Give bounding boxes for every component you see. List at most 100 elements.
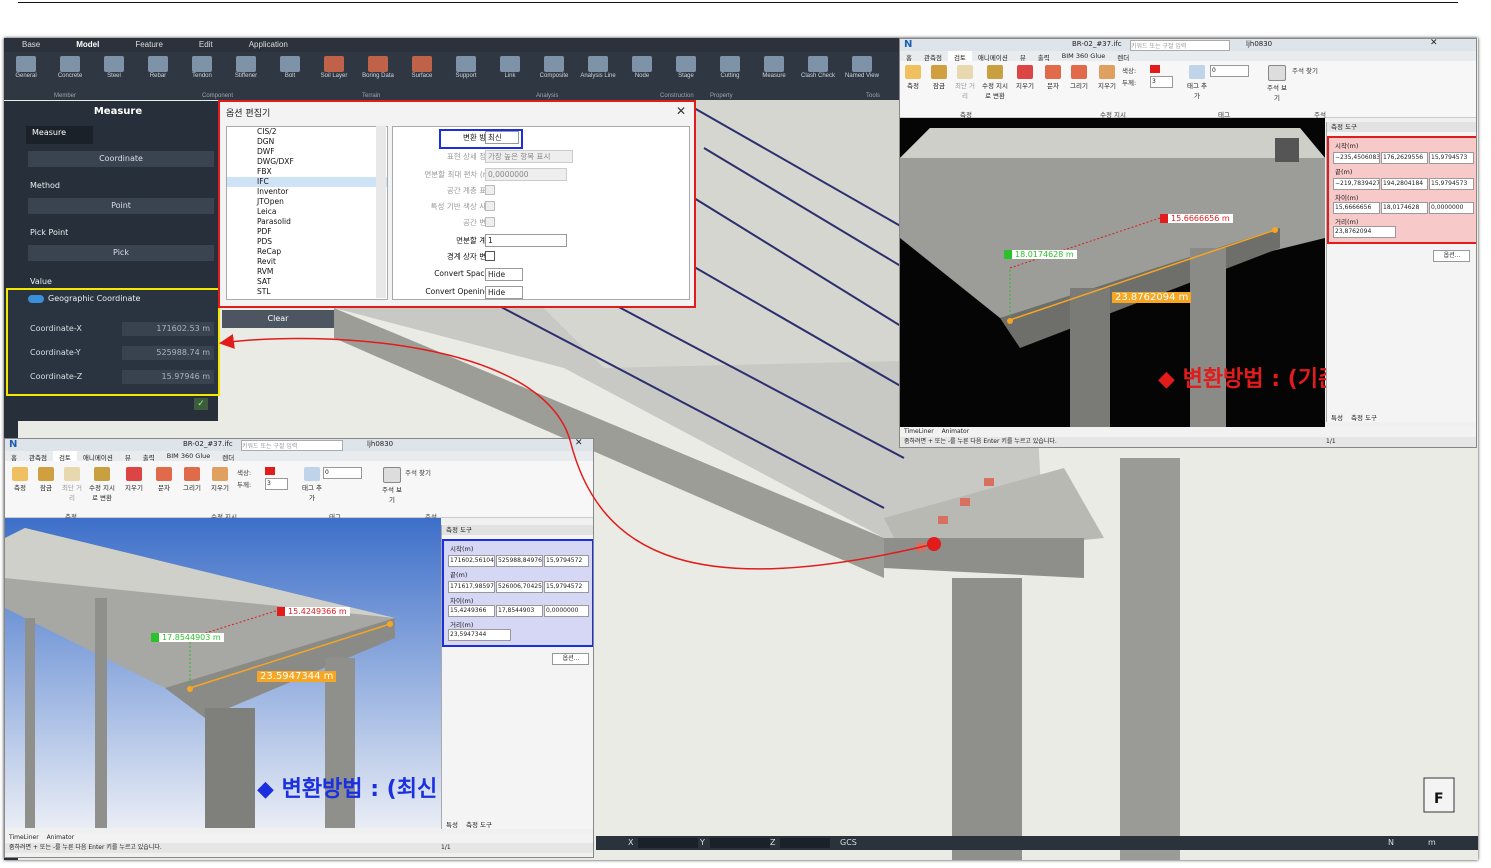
ribbon-tab-feature[interactable]: Feature <box>117 38 181 52</box>
bounding-box-checkbox[interactable] <box>485 251 495 261</box>
tab-bim360[interactable]: BIM 360 Glue <box>161 451 217 461</box>
lock-button[interactable]: 잠금 <box>928 65 950 90</box>
navisworks-logo[interactable]: N <box>904 39 912 50</box>
tab-measure-tool[interactable]: 측정 도구 <box>466 819 492 829</box>
tab-output[interactable]: 출력 <box>1032 51 1056 62</box>
clear-measure-button[interactable]: 지우기 <box>123 467 145 492</box>
text-button[interactable]: 문자 <box>1042 65 1064 90</box>
measure-button[interactable]: 측정 <box>9 467 31 492</box>
draw-button[interactable]: 그리기 <box>1068 65 1090 90</box>
options-button[interactable]: 옵션... <box>552 653 589 665</box>
x-field[interactable] <box>638 838 698 848</box>
add-tag-button[interactable]: 태그 추가 <box>1186 65 1208 100</box>
method-section-label[interactable]: Method <box>30 181 60 190</box>
tree-item[interactable]: Inventor <box>227 187 387 197</box>
tab-render[interactable]: 렌더 <box>1111 51 1135 62</box>
ribbon-tab-edit[interactable]: Edit <box>181 38 231 52</box>
tab-animation[interactable]: 애니메이션 <box>972 51 1014 62</box>
color-swatch[interactable] <box>265 467 275 475</box>
tree-item[interactable]: PDS <box>227 237 387 247</box>
search-input[interactable]: 키워드 또는 구절 입력 <box>241 440 343 451</box>
tree-item[interactable]: Parasolid <box>227 217 387 227</box>
clear-measure-button[interactable]: 지우기 <box>1014 65 1036 90</box>
convert-openings-select[interactable]: Hide <box>485 286 523 299</box>
erase-button[interactable]: 지우기 <box>1096 65 1118 90</box>
tessellation-factor-field[interactable]: 1 <box>485 234 567 247</box>
tab-review[interactable]: 검토 <box>947 51 972 62</box>
tab-viewpoint[interactable]: 관측점 <box>23 451 53 462</box>
tab-render[interactable]: 렌더 <box>216 451 240 462</box>
tab-bim360[interactable]: BIM 360 Glue <box>1056 51 1112 61</box>
measure-button[interactable]: 측정 <box>902 65 924 90</box>
convert-to-redline-button[interactable]: 수정 지시로 변환 <box>980 65 1010 100</box>
thickness-field[interactable]: 3 <box>1150 76 1173 88</box>
user-name[interactable]: ljh0830 <box>367 440 393 448</box>
tree-item-selected[interactable]: IFC <box>227 177 387 187</box>
convert-spaces-select[interactable]: Hide <box>485 268 523 281</box>
draw-button[interactable]: 그리기 <box>181 467 203 492</box>
ribbon-tab-model[interactable]: Model <box>58 38 117 52</box>
tree-item[interactable]: Leica <box>227 207 387 217</box>
method-select[interactable]: Point <box>28 198 214 214</box>
tab-timeliner[interactable]: TimeLiner <box>904 428 934 435</box>
tree-item[interactable]: DWF <box>227 147 387 157</box>
find-notes-button[interactable]: 주석 찾기 <box>1292 65 1318 75</box>
navisworks-logo[interactable]: N <box>9 439 17 450</box>
tab-review[interactable]: 검토 <box>52 451 77 462</box>
geographic-coordinate-toggle[interactable] <box>28 295 44 303</box>
color-swatch[interactable] <box>1150 65 1160 73</box>
pick-button[interactable]: Pick <box>28 245 214 261</box>
tree-item[interactable]: FBX <box>227 167 387 177</box>
clear-button[interactable]: Clear <box>222 310 334 328</box>
value-section-label[interactable]: Value <box>30 277 52 286</box>
text-button[interactable]: 문자 <box>153 467 175 492</box>
tree-item[interactable]: Revit <box>227 257 387 267</box>
erase-button[interactable]: 지우기 <box>209 467 231 492</box>
tree-item[interactable]: RVM <box>227 267 387 277</box>
tab-home[interactable]: 홈 <box>5 451 23 462</box>
y-field[interactable] <box>710 838 770 848</box>
tree-item[interactable]: CIS/2 <box>227 127 387 137</box>
gcs-select[interactable]: GCS <box>840 838 857 847</box>
tab-view[interactable]: 뷰 <box>119 451 137 462</box>
tab-measure[interactable]: Measure <box>26 126 93 144</box>
tag-number-field[interactable]: 0 <box>323 467 362 479</box>
close-icon[interactable]: ✕ <box>575 439 583 448</box>
tab-animation[interactable]: 애니메이션 <box>77 451 119 462</box>
tab-animator[interactable]: Animator <box>47 834 75 841</box>
tree-item[interactable]: SAT <box>227 277 387 287</box>
find-notes-button[interactable]: 주석 찾기 <box>405 467 431 477</box>
tab-output[interactable]: 출력 <box>137 451 161 462</box>
pick-point-section-label[interactable]: Pick Point <box>30 228 68 237</box>
convert-to-redline-button[interactable]: 수정 지시로 변환 <box>87 467 117 502</box>
ribbon-tab-application[interactable]: Application <box>231 38 306 52</box>
shortest-distance-button[interactable]: 최단 거리 <box>61 467 83 502</box>
tree-item[interactable]: STL <box>227 287 387 297</box>
z-field[interactable] <box>780 838 830 848</box>
tree-item[interactable]: DWG/DXF <box>227 157 387 167</box>
tree-item[interactable]: ReCap <box>227 247 387 257</box>
confirm-check-icon[interactable]: ✓ <box>194 398 208 410</box>
tree-item[interactable]: DGN <box>227 137 387 147</box>
unit-select[interactable]: m <box>1428 838 1436 847</box>
tag-number-field[interactable]: 0 <box>1210 65 1249 77</box>
tab-properties[interactable]: 특성 <box>1331 412 1343 422</box>
view-notes-button[interactable]: 주석 보기 <box>1266 65 1288 102</box>
shortest-distance-button[interactable]: 최단 거리 <box>954 65 976 100</box>
tree-scrollbar[interactable] <box>376 126 386 298</box>
options-button[interactable]: 옵션... <box>1433 250 1470 262</box>
lock-button[interactable]: 잠금 <box>35 467 57 492</box>
user-name[interactable]: ljh0830 <box>1246 40 1272 48</box>
close-icon[interactable]: ✕ <box>1430 39 1438 48</box>
tab-view[interactable]: 뷰 <box>1014 51 1032 62</box>
close-icon[interactable]: ✕ <box>676 104 686 118</box>
add-tag-button[interactable]: 태그 추가 <box>301 467 323 502</box>
tab-measure-tool[interactable]: 측정 도구 <box>1351 412 1377 422</box>
search-input[interactable]: 키워드 또는 구절 입력 <box>1130 40 1230 51</box>
tree-item[interactable]: PDF <box>227 227 387 237</box>
tree-item[interactable]: JTOpen <box>227 197 387 207</box>
tab-properties[interactable]: 특성 <box>446 819 458 829</box>
tab-animator[interactable]: Animator <box>942 428 970 435</box>
view-notes-button[interactable]: 주석 보기 <box>381 467 403 504</box>
tab-viewpoint[interactable]: 관측점 <box>918 51 948 62</box>
